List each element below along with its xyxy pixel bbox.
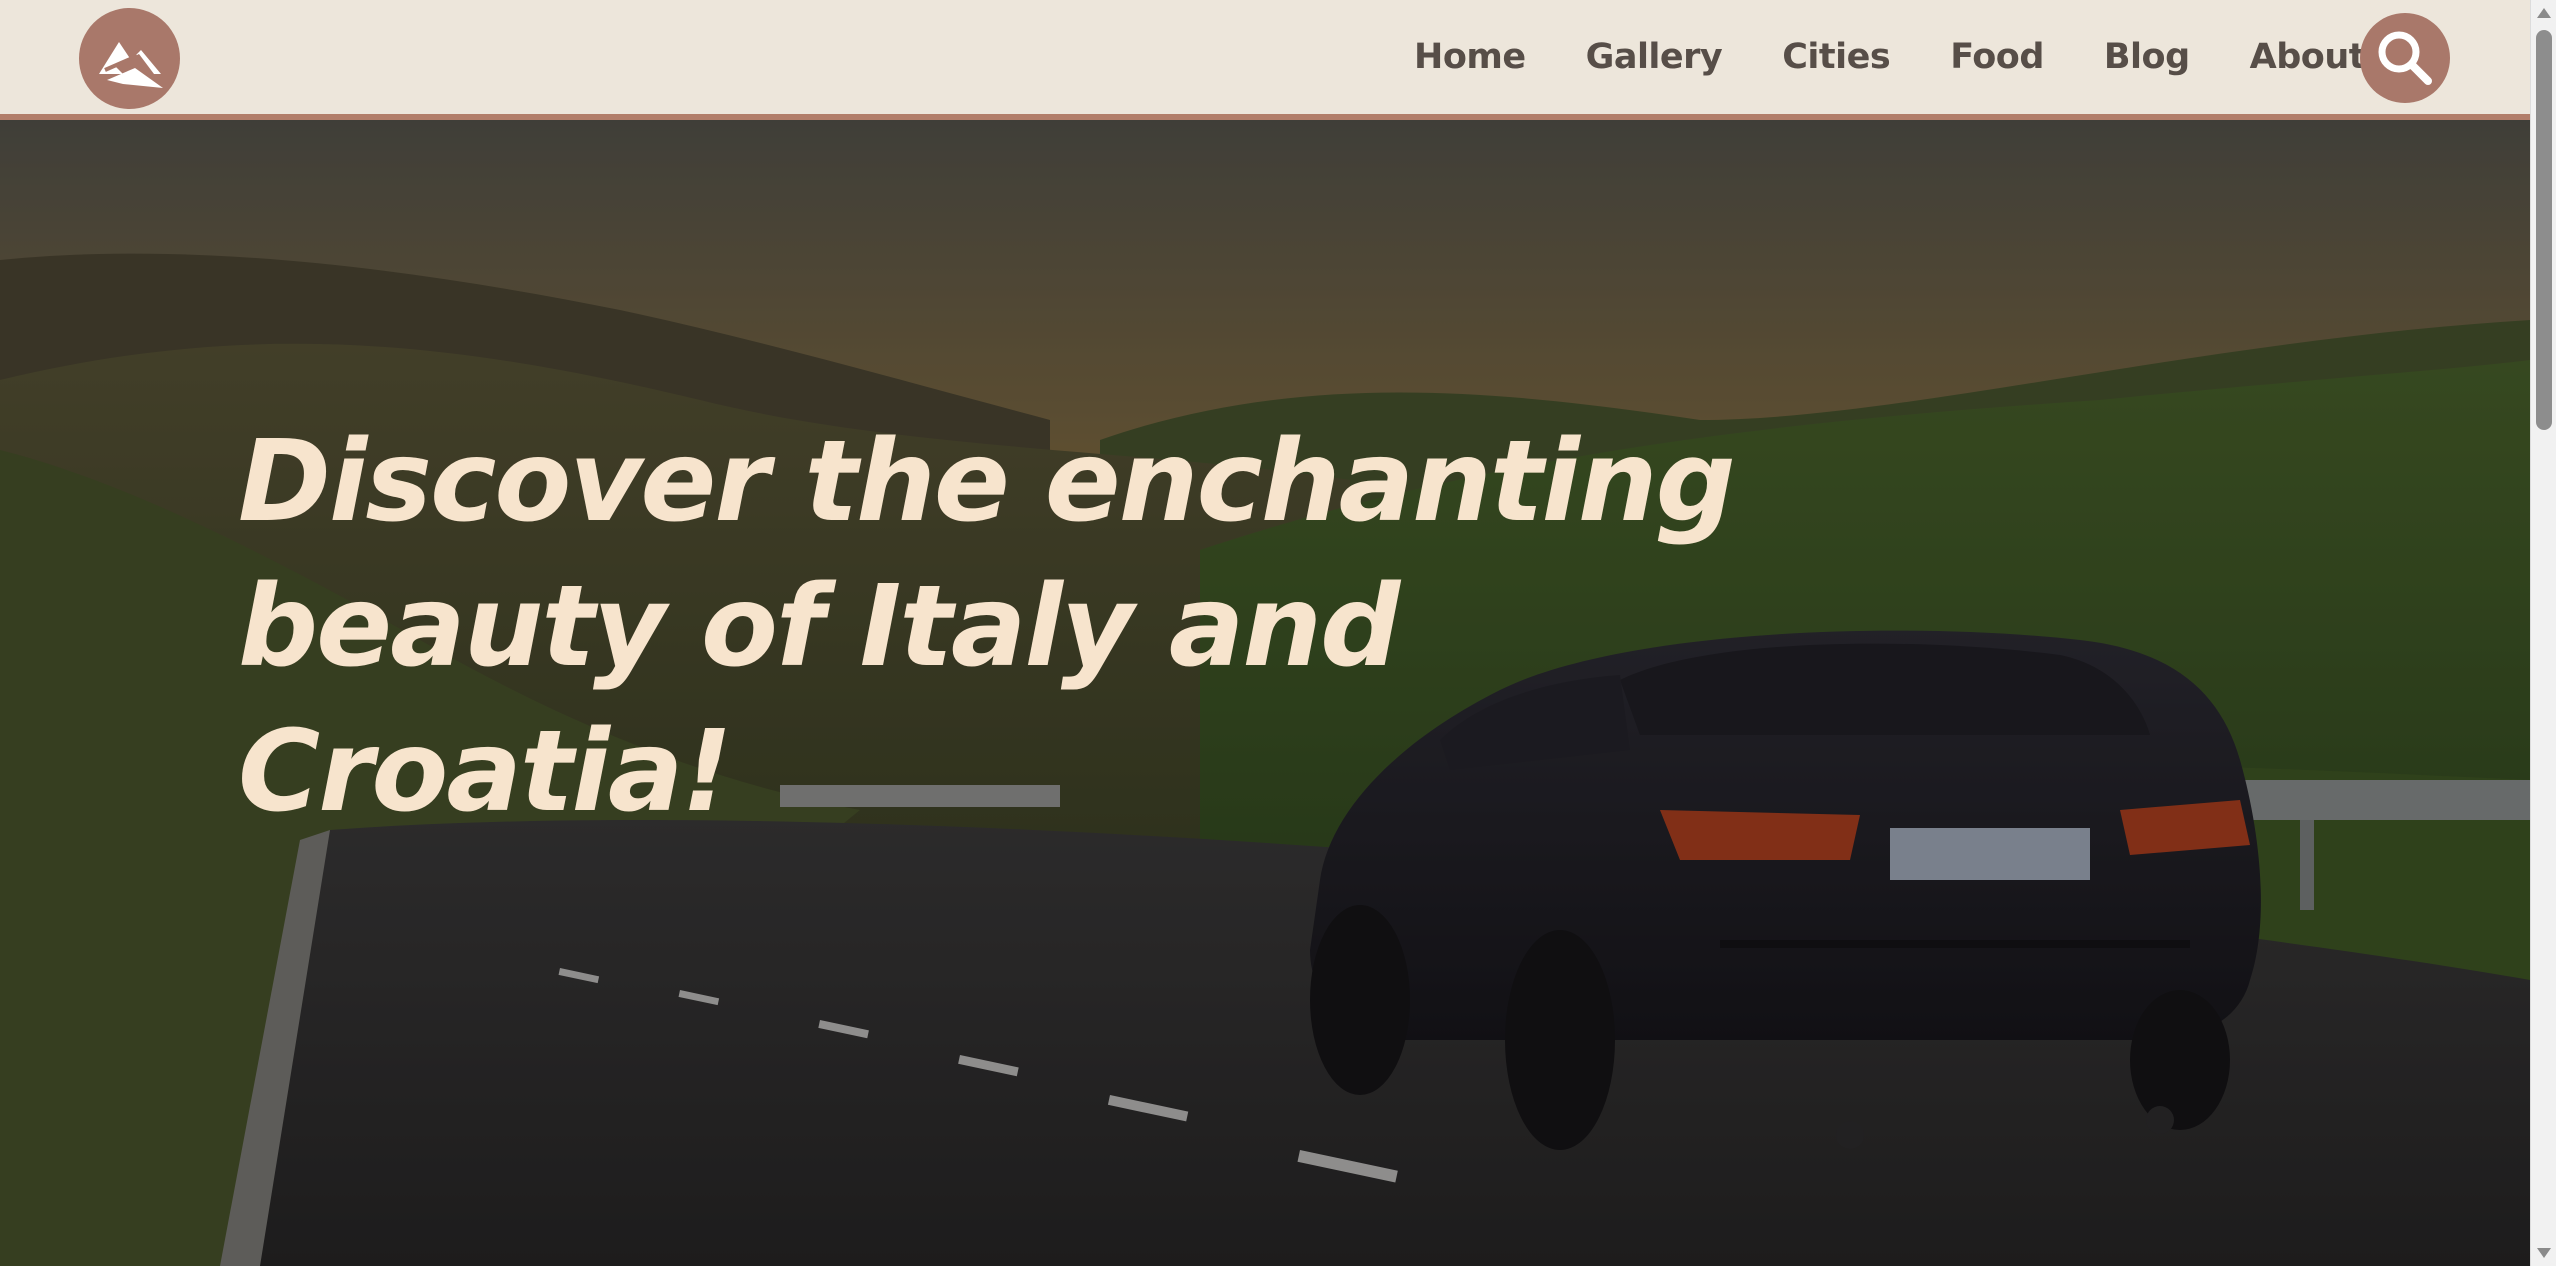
nav-cities[interactable]: Cities xyxy=(1782,37,1890,77)
hero-section: Discover the enchanting beauty of Italy … xyxy=(0,120,2530,1266)
search-button[interactable] xyxy=(2360,13,2450,103)
mountain-logo-icon xyxy=(99,42,163,88)
search-icon xyxy=(2378,31,2432,85)
nav-blog[interactable]: Blog xyxy=(2104,37,2190,77)
scroll-up-arrow-icon[interactable] xyxy=(2537,8,2551,18)
hero-title: Discover the enchanting beauty of Italy … xyxy=(238,417,1736,837)
nav-gallery[interactable]: Gallery xyxy=(1586,37,1723,77)
page-viewport: Home Gallery Cities Food Blog About Disc… xyxy=(0,0,2530,1266)
nav-about[interactable]: About xyxy=(2250,37,2366,77)
scroll-thumb[interactable] xyxy=(2536,30,2552,430)
nav-food[interactable]: Food xyxy=(1950,37,2044,77)
main-nav: Home Gallery Cities Food Blog About xyxy=(1414,0,2365,114)
nav-home[interactable]: Home xyxy=(1414,37,1526,77)
vertical-scrollbar[interactable] xyxy=(2530,0,2556,1266)
site-header: Home Gallery Cities Food Blog About xyxy=(0,0,2530,120)
scroll-down-arrow-icon[interactable] xyxy=(2537,1248,2551,1258)
logo-link[interactable] xyxy=(79,8,180,109)
